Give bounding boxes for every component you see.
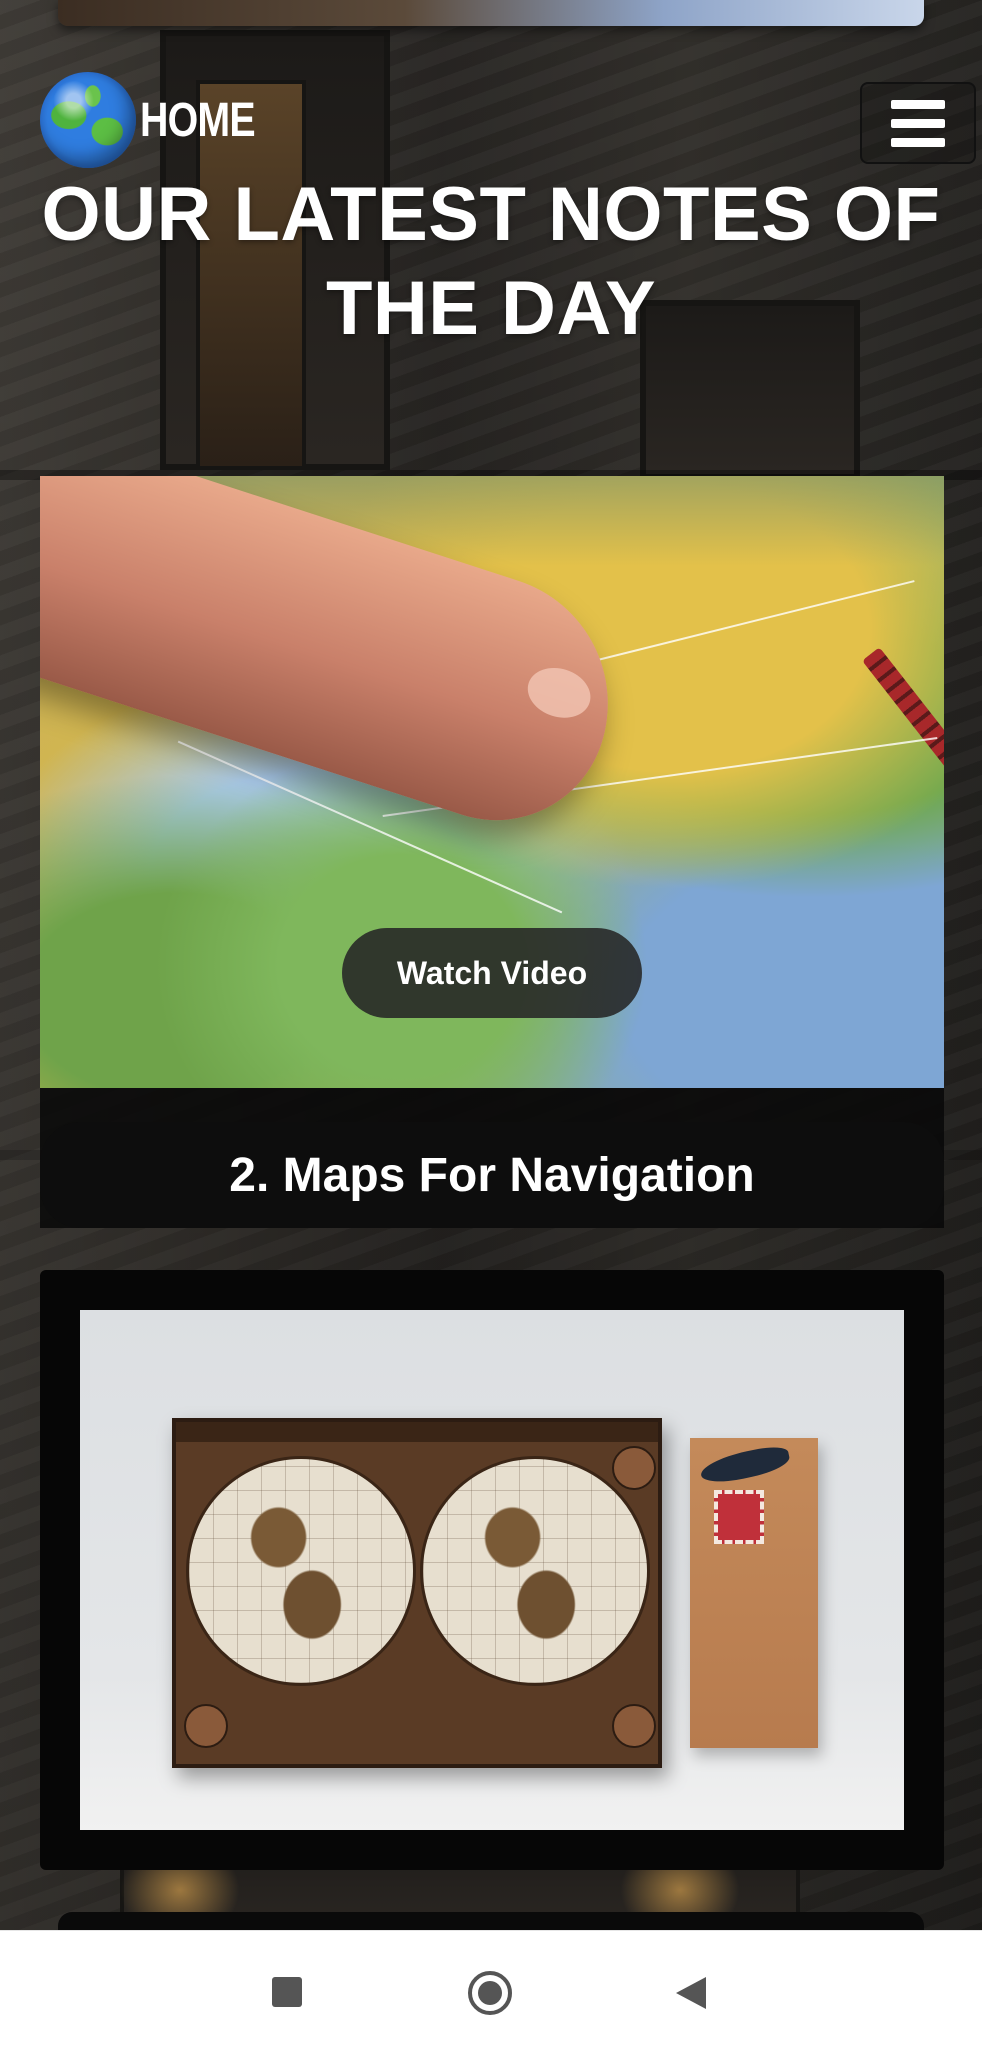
card-title[interactable]: 2. Maps For Navigation xyxy=(40,1122,944,1228)
previous-card-remnant xyxy=(58,0,924,26)
brand-home-link[interactable]: HOME xyxy=(40,72,280,168)
map-rail-decoration xyxy=(862,647,944,787)
menu-button[interactable] xyxy=(860,82,976,164)
card-image-antique-map xyxy=(80,1310,904,1830)
hamburger-menu-icon xyxy=(891,99,945,109)
antique-world-map xyxy=(172,1418,662,1768)
watch-video-button[interactable]: Watch Video xyxy=(342,928,642,1018)
hamburger-bar xyxy=(891,137,945,147)
envelope xyxy=(690,1438,818,1748)
hamburger-bar xyxy=(891,118,945,128)
system-navigation-bar xyxy=(0,1930,982,2048)
card-image-map: Watch Video xyxy=(40,476,944,1088)
triangle-back-icon[interactable] xyxy=(676,1977,706,2009)
square-icon[interactable] xyxy=(272,1977,302,2007)
globe-icon xyxy=(40,72,136,168)
note-card[interactable]: Watch Video 2. Maps For Navigation xyxy=(40,476,944,1228)
page-title: OUR LATEST NOTES OF THE DAY xyxy=(41,172,941,351)
circle-icon[interactable] xyxy=(468,1971,512,2015)
note-card[interactable] xyxy=(40,1270,944,1870)
brand-label: HOME xyxy=(140,93,256,147)
